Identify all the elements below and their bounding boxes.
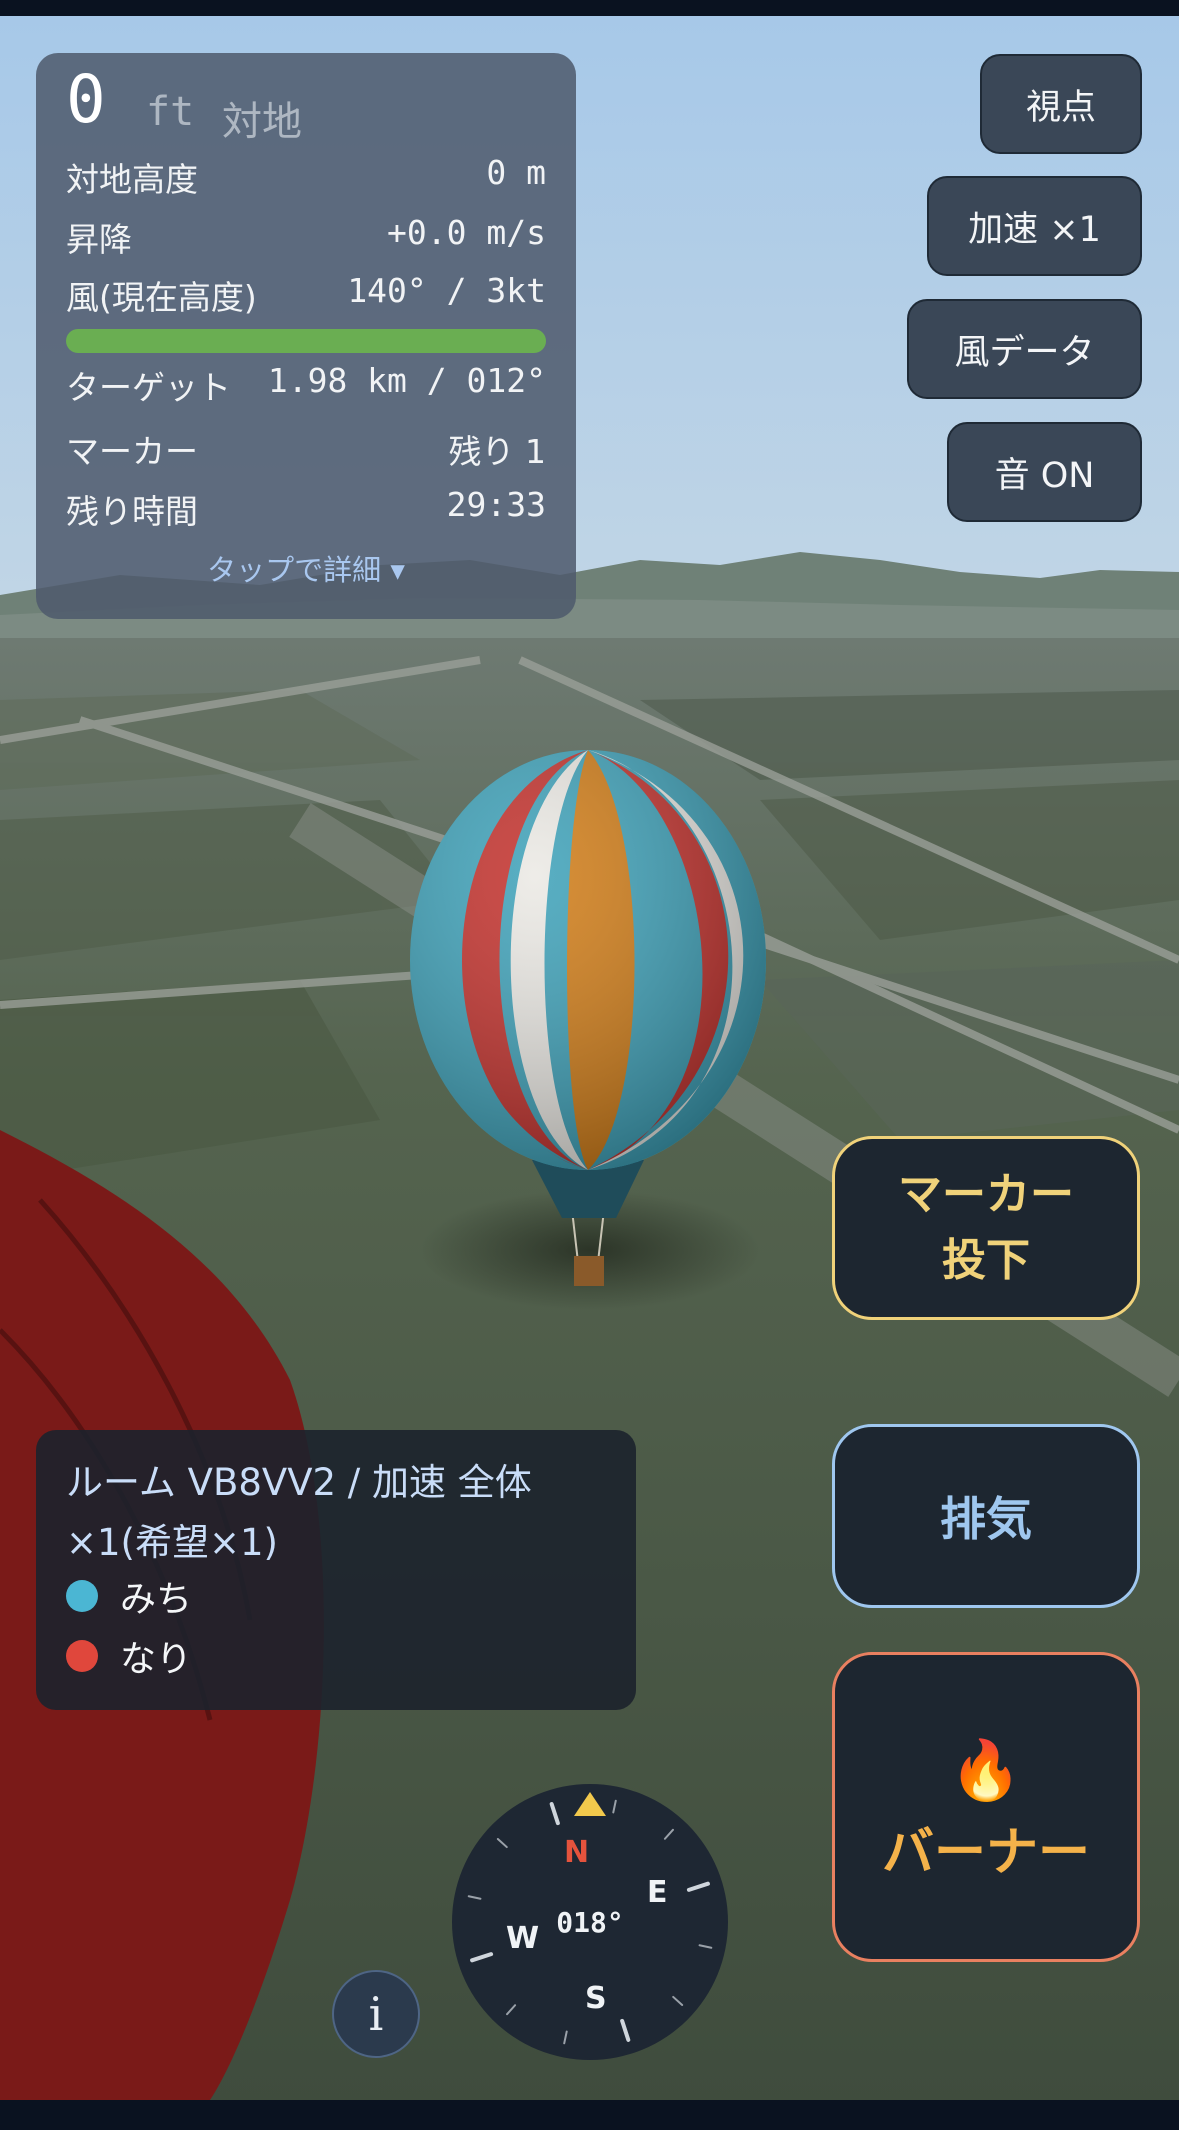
compass-heading: 018° — [556, 1906, 623, 1939]
row-label: 風(現在高度) — [66, 278, 257, 317]
sound-toggle-button[interactable]: 音 ON — [947, 422, 1142, 522]
compass-east: E — [647, 1875, 668, 1910]
details-toggle[interactable]: タップで詳細 ▾ — [36, 547, 576, 589]
burner-label: バーナー — [881, 1822, 1090, 1883]
wind-bar — [66, 329, 546, 353]
row-label: 残り時間 — [66, 492, 198, 531]
flight-info-panel[interactable]: 0 ft 対地 対地高度 0 m 昇降 +0.0 m/s 風(現在高度) 140… — [36, 53, 576, 619]
player-color-dot — [66, 1580, 98, 1612]
info-button[interactable]: i — [332, 1970, 420, 2058]
compass: N E S W 018° — [452, 1784, 728, 2060]
row-label: 対地高度 — [66, 160, 198, 199]
speed-button[interactable]: 加速 ×1 — [927, 176, 1142, 276]
player-color-dot — [66, 1640, 98, 1672]
view-button[interactable]: 視点 — [980, 54, 1142, 154]
status-bar — [0, 0, 1179, 16]
player-name: みち — [120, 1579, 193, 1620]
row-value: +0.0 m/s — [387, 213, 546, 252]
marker-label-line2: 投下 — [942, 1235, 1030, 1286]
vent-button[interactable]: 排気 — [832, 1424, 1140, 1608]
row-vertical-speed: 昇降 +0.0 m/s — [66, 213, 546, 263]
row-label: マーカー — [66, 432, 198, 471]
row-value: 0 m — [486, 153, 546, 192]
compass-north: N — [564, 1835, 589, 1870]
row-target: ターゲット 1.98 km / 012° — [66, 361, 546, 411]
row-markers: マーカー 残り 1 — [66, 425, 546, 475]
flame-icon: 🔥 — [949, 1735, 1023, 1804]
compass-west: W — [506, 1921, 539, 1956]
player-item: みち — [66, 1570, 366, 1620]
player-item: なり — [66, 1630, 366, 1680]
row-label: 昇降 — [66, 220, 132, 259]
vent-label: 排気 — [940, 1492, 1032, 1546]
altitude-value: 0 — [66, 61, 106, 138]
altitude-reference: 対地 — [222, 99, 302, 145]
room-info-line1: ルーム VB8VV2 / 加速 全体 — [66, 1461, 532, 1504]
row-value: 残り 1 — [448, 432, 547, 471]
compass-south: S — [585, 1981, 607, 2016]
altitude-unit: ft — [146, 89, 195, 135]
row-value: 140° / 3kt — [347, 271, 546, 310]
row-time-left: 残り時間 29:33 — [66, 485, 546, 535]
row-label: ターゲット — [66, 368, 231, 407]
burner-button[interactable]: 🔥 バーナー — [832, 1652, 1140, 1962]
row-wind: 風(現在高度) 140° / 3kt — [66, 271, 546, 321]
home-indicator-bar — [0, 2100, 1179, 2130]
room-info-line2: ×1(希望×1) — [66, 1521, 278, 1564]
row-agl: 対地高度 0 m — [66, 153, 546, 203]
player-name: なり — [120, 1639, 193, 1680]
drop-marker-button[interactable]: マーカー 投下 — [832, 1136, 1140, 1320]
room-panel: ルーム VB8VV2 / 加速 全体 ×1(希望×1) みち なり — [36, 1430, 636, 1710]
info-icon: i — [368, 1987, 384, 2041]
wind-data-button[interactable]: 風データ — [907, 299, 1142, 399]
row-value: 29:33 — [446, 485, 546, 524]
row-value: 1.98 km / 012° — [267, 361, 546, 400]
marker-label-line1: マーカー — [898, 1169, 1074, 1220]
